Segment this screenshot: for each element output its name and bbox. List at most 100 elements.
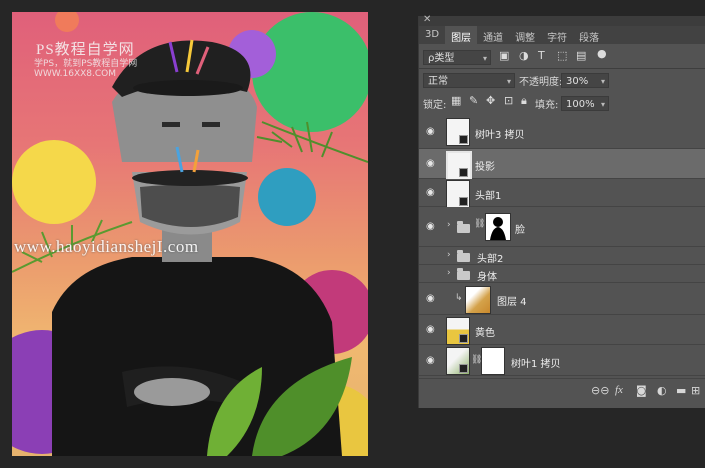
layer-row-shadow[interactable]: ◉ 投影	[419, 149, 705, 181]
visibility-eye-icon[interactable]: ◉	[426, 293, 435, 304]
visibility-eye-icon[interactable]: ◉	[426, 324, 435, 335]
layer-group-face[interactable]: ◉ › ⛓ 脸	[419, 207, 705, 247]
layer-group-body[interactable]: › 身体	[419, 265, 705, 283]
smart-object-badge-icon	[459, 364, 468, 373]
chevron-down-icon: ▾	[600, 77, 605, 86]
folder-icon	[457, 221, 470, 233]
chain-link-icon[interactable]: ⛓	[474, 219, 485, 229]
lock-all-icon[interactable]: 🔒︎	[521, 94, 527, 108]
chevron-right-icon[interactable]: ›	[447, 268, 451, 278]
folder-icon	[457, 268, 470, 280]
image-filter-icon[interactable]: ▣	[499, 49, 509, 62]
blue-sphere	[258, 168, 316, 226]
filter-kind-label: ρ类型	[428, 53, 455, 64]
visibility-eye-icon[interactable]: ◉	[426, 221, 435, 232]
layer-row-head1[interactable]: ◉ 头部1	[419, 179, 705, 208]
chevron-right-icon[interactable]: ›	[447, 250, 451, 260]
watermark-subtitle: 学PS，就到PS教程自学网 WWW.16XX8.COM	[34, 56, 137, 79]
chevron-down-icon: ▾	[600, 100, 605, 109]
blend-row: 正常 ▾ 不透明度: 30% ▾	[419, 69, 705, 91]
filter-toggle-icon[interactable]: ●	[597, 47, 607, 60]
yellow-sphere-left	[12, 140, 96, 224]
watermark-subtitle-line1: 学PS，就到PS教程自学网	[34, 59, 138, 69]
close-icon[interactable]: ✕	[423, 14, 431, 25]
smart-object-filter-icon[interactable]: ▤	[576, 49, 586, 62]
fill-field[interactable]: 100% ▾	[561, 96, 609, 111]
layers-panel: ✕ 3D 图层 通道 调整 字符 段落 ρ类型 ▾ ▣ ◑ T ⬚ ▤ ● 正常…	[418, 14, 705, 408]
opacity-field[interactable]: 30% ▾	[561, 73, 609, 88]
layer-name[interactable]: 头部1	[475, 187, 501, 202]
tab-paragraph[interactable]: 段落	[573, 26, 605, 44]
link-icon[interactable]: ⊖⊖	[591, 384, 609, 397]
visibility-eye-icon[interactable]: ◉	[426, 355, 435, 366]
layer-name[interactable]: 投影	[475, 158, 495, 173]
layer-row-leaf3-copy[interactable]: ◉ 树叶3 拷贝	[419, 114, 705, 149]
layer-thumbnail	[446, 151, 472, 181]
mask-silhouette-icon	[490, 217, 506, 240]
type-filter-icon[interactable]: T	[538, 49, 545, 62]
chevron-right-icon[interactable]: ›	[447, 220, 451, 230]
smart-object-badge-icon	[459, 135, 468, 144]
chevron-down-icon: ▾	[506, 77, 511, 86]
mask-icon[interactable]: ◙	[636, 384, 647, 397]
layer-thumbnail	[446, 118, 470, 146]
layer-name[interactable]: 图层 4	[497, 293, 527, 308]
panel-bottom-toolbar: ⊖⊖ fx ◙ ◐ ▬ ⊞	[419, 378, 705, 403]
blend-mode-value: 正常	[428, 76, 448, 87]
document-canvas[interactable]: PS教程自学网 学PS，就到PS教程自学网 WWW.16XX8.COM www.…	[12, 12, 368, 456]
adjustment-filter-icon[interactable]: ◑	[519, 49, 529, 62]
layer-name[interactable]: 树叶3 拷贝	[475, 126, 525, 141]
green-sphere	[252, 12, 368, 132]
layer-name[interactable]: 身体	[477, 268, 497, 283]
layer-thumbnail	[465, 286, 491, 314]
lock-move-icon[interactable]: ✥	[486, 94, 495, 107]
clipping-mask-icon: ↳	[455, 293, 463, 303]
tab-adjustments[interactable]: 调整	[509, 26, 541, 44]
fill-value: 100%	[566, 99, 595, 110]
visibility-eye-icon[interactable]: ◉	[426, 126, 435, 137]
panel-tabs: 3D 图层 通道 调整 字符 段落	[419, 26, 705, 44]
layer-name[interactable]: 黄色	[475, 324, 495, 339]
lock-transparent-icon[interactable]: ▦	[451, 94, 461, 107]
layer-mask-thumbnail	[481, 347, 505, 375]
shape-filter-icon[interactable]: ⬚	[557, 49, 567, 62]
layer-name[interactable]: 头部2	[477, 250, 503, 265]
tab-3d[interactable]: 3D	[419, 26, 445, 44]
panel-title-bar: ✕	[419, 14, 705, 26]
opacity-label: 不透明度:	[519, 77, 563, 88]
lock-paint-icon[interactable]: ✎	[469, 94, 478, 107]
layer-name[interactable]: 树叶1 拷贝	[511, 355, 561, 370]
layer-thumbnail	[446, 317, 470, 345]
layer-row-leaf1-copy[interactable]: ◉ ⛓ 树叶1 拷贝	[419, 345, 705, 376]
tab-layers[interactable]: 图层	[445, 26, 478, 44]
new-layer-icon[interactable]: ⊞	[691, 384, 700, 397]
tab-channels[interactable]: 通道	[477, 26, 509, 44]
layer-thumbnail	[446, 347, 470, 375]
smart-object-badge-icon	[459, 334, 468, 343]
watermark-subtitle-line2: WWW.16XX8.COM	[34, 69, 117, 79]
adjustment-icon[interactable]: ◐	[657, 384, 667, 397]
chevron-down-icon: ▾	[482, 54, 487, 63]
filter-kind-select[interactable]: ρ类型 ▾	[423, 50, 491, 65]
tab-character[interactable]: 字符	[541, 26, 573, 44]
blend-mode-select[interactable]: 正常 ▾	[423, 73, 515, 88]
fx-icon[interactable]: fx	[615, 384, 623, 396]
layer-row-yellow[interactable]: ◉ 黄色	[419, 315, 705, 345]
layer-group-head2[interactable]: › 头部2	[419, 247, 705, 265]
visibility-eye-icon[interactable]: ◉	[426, 158, 435, 169]
fill-label: 填充:	[535, 100, 559, 111]
filter-row: ρ类型 ▾ ▣ ◑ T ⬚ ▤ ●	[419, 47, 705, 69]
smart-object-badge-icon	[459, 197, 468, 206]
lock-row: 锁定: ▦ ✎ ✥ ⊡ 🔒︎ 填充: 100% ▾	[419, 92, 705, 114]
smart-object-badge-icon	[459, 168, 468, 177]
overlay-url-watermark: www.haoyidianshejI.com	[14, 237, 199, 256]
visibility-eye-icon[interactable]: ◉	[426, 187, 435, 198]
layer-list: ◉ 树叶3 拷贝 ◉ 投影 ◉ 头部1 ◉ › ⛓ 脸 › 头部2 › 身体 ◉…	[419, 114, 705, 376]
group-icon[interactable]: ▬	[676, 384, 686, 397]
layer-row-layer4[interactable]: ◉ ↳ 图层 4	[419, 283, 705, 315]
group-mask-thumbnail	[485, 213, 511, 241]
folder-icon	[457, 250, 470, 262]
orange-sphere-top	[55, 12, 79, 32]
lock-artboard-icon[interactable]: ⊡	[504, 94, 513, 107]
layer-name[interactable]: 脸	[515, 221, 525, 236]
